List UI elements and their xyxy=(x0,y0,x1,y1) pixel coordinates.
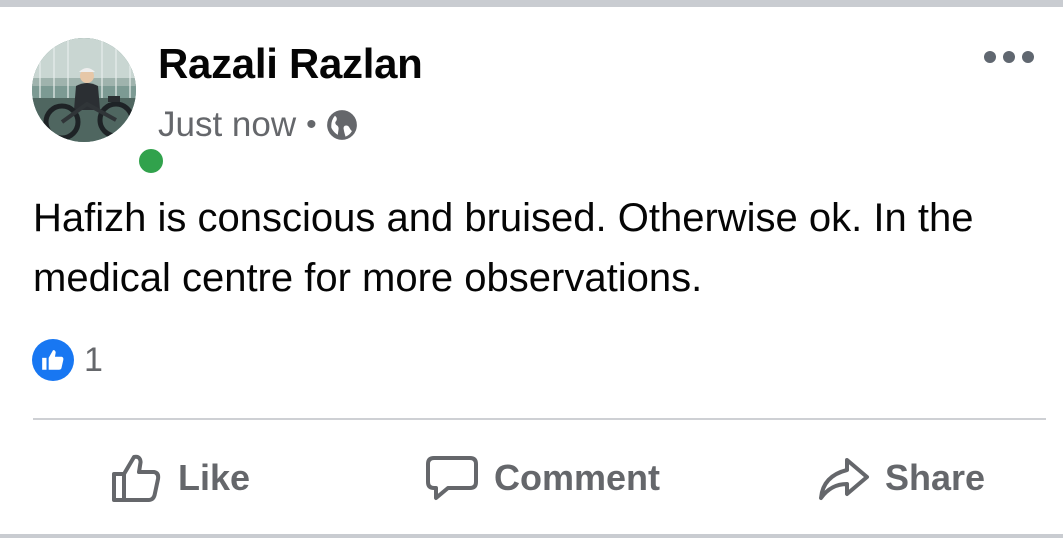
like-label: Like xyxy=(178,457,251,498)
avatar-wrap[interactable] xyxy=(32,38,168,178)
globe-icon[interactable] xyxy=(325,108,359,142)
comment-label: Comment xyxy=(494,457,661,498)
share-label: Share xyxy=(885,457,986,498)
meta-separator: • xyxy=(306,108,317,141)
more-options-button[interactable] xyxy=(984,44,1034,70)
top-border xyxy=(0,0,1063,7)
post-meta: Just now • xyxy=(158,103,359,147)
thumbs-up-icon xyxy=(112,454,161,502)
comment-button[interactable]: Comment xyxy=(424,450,660,506)
divider xyxy=(33,418,1046,420)
bottom-border xyxy=(0,534,1063,538)
reaction-count: 1 xyxy=(84,340,103,379)
share-icon xyxy=(819,458,869,500)
online-status-indicator xyxy=(134,144,168,178)
more-dot-icon xyxy=(1003,51,1015,63)
comment-icon xyxy=(426,456,478,500)
avatar-photo xyxy=(32,38,136,142)
like-button[interactable]: Like xyxy=(108,450,250,506)
reactions-summary[interactable]: 1 xyxy=(32,339,103,381)
post-timestamp[interactable]: Just now xyxy=(158,105,296,145)
author-name[interactable]: Razali Razlan xyxy=(158,40,423,88)
like-reaction-icon xyxy=(32,339,74,381)
more-dot-icon xyxy=(984,51,996,63)
post-text: Hafizh is conscious and bruised. Otherwi… xyxy=(33,196,974,300)
share-button[interactable]: Share xyxy=(815,450,985,506)
avatar[interactable] xyxy=(32,38,136,142)
post-card: Razali Razlan Just now • Hafizh is consc… xyxy=(0,0,1063,538)
more-dot-icon xyxy=(1022,51,1034,63)
